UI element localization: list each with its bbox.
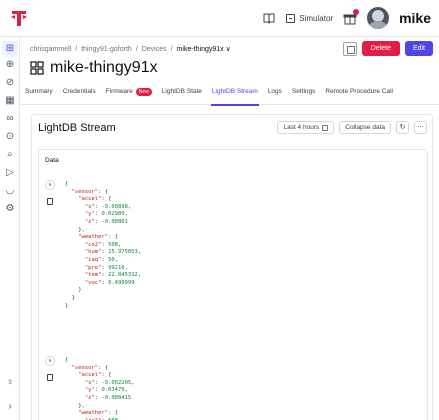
json-line: "accel": { [78,196,112,203]
json-line: "sensor": { [71,364,109,371]
json-line: "y": 0.02989, [84,211,128,218]
json-line: { [65,357,69,363]
json-line: "z": -0.008415 [84,394,132,401]
breadcrumb: chrisgammell / thingy91-goforth / Device… [30,45,231,54]
simulator-label: Simulator [299,13,334,23]
stream-title: LightDB Stream [38,122,116,134]
golioth-logo-icon[interactable] [9,8,29,28]
json-line: "tem": 22.845312, [84,272,142,279]
breadcrumb-org[interactable]: chrisgammell [30,46,71,53]
json-view: { "sensor": { "accel": { "x": -0.00898, … [65,181,141,310]
routes-icon[interactable]: ∞ [4,113,16,125]
simulator-button[interactable]: Simulator [286,13,334,23]
device-grid-icon [30,61,44,75]
calendar-icon [322,124,329,131]
json-line: "y": 0.03479, [84,387,128,394]
tab-firmware[interactable]: Firmware New [101,85,157,105]
notification-dot [353,9,360,15]
book-icon[interactable] [262,11,276,25]
breadcrumb-device-dropdown[interactable]: mike-thingy91x ∨ [177,45,231,53]
data-column-header: Data [45,157,59,164]
user-name[interactable]: mike [399,10,431,26]
collapse-data-button[interactable]: Collapse data [339,121,391,134]
json-line: "hum": 25.975053, [84,249,142,256]
json-line: "weather": { [78,410,118,417]
chevron-down-icon[interactable]: ∨ [45,356,55,366]
new-badge: New [135,88,152,96]
copy-icon[interactable] [47,374,53,381]
tab-credentials[interactable]: Credentials [58,85,101,105]
shield-icon[interactable]: ◡ [4,185,16,197]
tab-settings[interactable]: Settings [287,85,321,105]
json-line: "accel": { [78,372,112,379]
grid-icon[interactable]: ⊞ [2,41,18,57]
main-content: chrisgammell / thingy91-goforth / Device… [20,37,439,420]
refresh-icon[interactable]: ↻ [396,121,409,134]
search-icon[interactable]: ⌕ [4,149,16,161]
terminal-icon[interactable] [342,41,357,56]
time-range-button[interactable]: Last 4 hours [277,121,335,134]
tab-summary[interactable]: Summary [20,85,58,105]
lightdb-stream-card: LightDB Stream Last 4 hours Collapse dat… [31,114,433,420]
gift-icon[interactable] [343,9,360,25]
json-line: "iaq": 50, [84,256,118,263]
tab-lightdb-state[interactable]: LightDB State [157,85,207,105]
tab-remote-procedure-call[interactable]: Remote Procedure Call [320,85,398,105]
device-actions: Delete Edit [342,41,433,56]
breadcrumb-section[interactable]: Devices [142,46,167,53]
more-icon[interactable]: ⋯ [414,121,427,134]
json-line: "x": -0.002205, [84,379,135,386]
data-pane: Data ∨ { "sensor": { "accel": { "x": -0.… [38,149,428,420]
json-line: } [78,287,82,294]
expand-icon[interactable]: › [4,401,16,413]
send-icon[interactable]: ▷ [4,167,16,179]
json-line: "x": -0.00898, [84,203,132,210]
tab-lightdb-stream[interactable]: LightDB Stream [207,85,263,106]
json-line: "pre": 99210, [84,264,128,271]
settings-icon[interactable]: ⚙ [4,203,16,215]
json-line: "weather": { [78,234,118,241]
lightbulb-icon[interactable]: ♀ [4,377,16,389]
edit-button[interactable]: Edit [404,41,433,56]
copy-icon[interactable] [47,198,53,205]
device-tabs: Summary Credentials Firmware New LightDB … [20,85,439,106]
json-view: { "sensor": { "accel": { "x": -0.002205,… [65,357,135,420]
devices-icon[interactable]: ⊕ [4,59,16,71]
json-line: } [65,302,69,309]
chevron-down-icon[interactable]: ∨ [45,180,55,190]
json-line: "voc": 0.499999 [84,279,135,286]
json-line: }, [78,402,85,409]
breadcrumb-project[interactable]: thingy91-goforth [81,46,132,53]
tag-icon[interactable]: ⊘ [4,77,16,89]
page-title: mike-thingy91x [30,59,158,77]
json-line: { [65,181,69,187]
compass-icon[interactable]: ⊙ [4,131,16,143]
simulator-icon [286,13,296,23]
json-line: }, [78,226,85,233]
json-line: "sensor": { [71,188,109,195]
fleet-icon[interactable]: ▦ [4,95,16,107]
json-line: "co2": 508, [84,241,122,248]
top-bar: Simulator mike [0,0,439,37]
stream-actions: Last 4 hours Collapse data ↻ ⋯ [277,121,427,134]
avatar[interactable] [367,7,390,29]
delete-button[interactable]: Delete [361,41,400,56]
tab-logs[interactable]: Logs [263,85,287,105]
sidebar: ⊞ ⊕ ⊘ ▦ ∞ ⊙ ⌕ ▷ ◡ ⚙ ♀ › [0,37,20,420]
json-line: } [71,294,75,301]
device-title: mike-thingy91x [50,59,158,76]
json-line: "z": -0.00801 [84,218,128,225]
